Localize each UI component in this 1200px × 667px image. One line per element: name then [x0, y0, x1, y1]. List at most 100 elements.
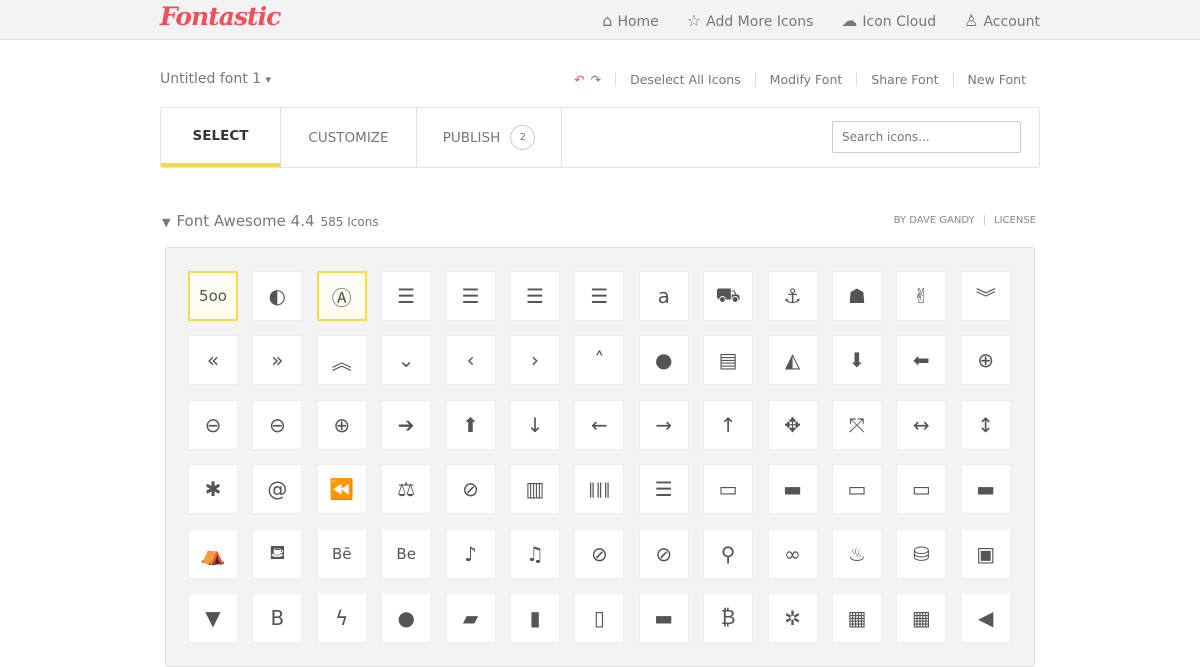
icon-tile-bug[interactable]: ✲ — [767, 592, 818, 643]
icon-tile-ambulance[interactable]: ⛟ — [703, 271, 754, 321]
icon-tile-bitbucket[interactable]: ⛁ — [896, 528, 947, 579]
icon-tile-arrows[interactable]: ✥ — [767, 399, 818, 450]
search-input[interactable] — [832, 121, 1021, 153]
icon-tile-bicycle[interactable]: ⚲ — [703, 528, 754, 579]
icon-tile-bold[interactable]: B — [252, 592, 303, 643]
icon-tile-black-tie[interactable]: ▼ — [188, 592, 238, 643]
icon-tile-angle-down[interactable]: ⌄ — [381, 335, 432, 386]
icon-tile-battery-half[interactable]: ▭ — [831, 464, 882, 515]
icon-tile-angle-up[interactable]: ˄ — [574, 335, 625, 386]
icon-tile-bullhorn[interactable]: ◀ — [960, 592, 1011, 643]
icon-tile-bed[interactable]: ⛺ — [188, 528, 238, 579]
tab-customize[interactable]: CUSTOMIZE — [281, 108, 417, 167]
icon-tile-arrows-v[interactable]: ↕ — [960, 399, 1011, 450]
icon-tile-binoculars[interactable]: ∞ — [767, 528, 818, 579]
license-link[interactable]: LICENSE — [994, 215, 1036, 226]
icon-tile-arrow-circle-o-right[interactable]: ⊖ — [252, 399, 303, 450]
icon-tile-battery-empty[interactable]: ▭ — [703, 464, 754, 515]
icon-tile-500px[interactable]: 5oo — [188, 271, 238, 321]
icon-tile-battery-three-quarters[interactable]: ▬ — [960, 464, 1011, 515]
icon-tile-book[interactable]: ▰ — [445, 592, 496, 643]
icon-tile-angle-double-up[interactable]: ︽ — [316, 335, 367, 386]
icon-tile-arrow-circle-o-down[interactable]: ⊕ — [960, 335, 1011, 386]
tab-publish[interactable]: PUBLISH 2 — [417, 108, 562, 167]
icon-tile-angle-double-down[interactable]: ︾ — [960, 271, 1011, 321]
bell-icon: ♪ — [464, 541, 477, 566]
icon-tile-bookmark-o[interactable]: ▯ — [574, 592, 625, 643]
icon-tile-align-justify[interactable]: ☰ — [445, 271, 496, 321]
share-font-button[interactable]: Share Font — [856, 72, 952, 87]
icon-tile-balance-scale[interactable]: ⚖ — [381, 464, 432, 515]
icon-tile-align-right[interactable]: ☰ — [574, 271, 625, 321]
icon-tile-btc[interactable]: ₿ — [703, 592, 754, 643]
arrow-circle-up-icon: ⬆ — [462, 412, 479, 437]
tab-select[interactable]: SELECT — [161, 108, 281, 167]
icon-tile-beer[interactable]: ⛾ — [252, 528, 303, 579]
icon-tile-building[interactable]: ▦ — [831, 592, 882, 643]
modify-font-button[interactable]: Modify Font — [754, 72, 857, 87]
font-name-dropdown[interactable]: Untitled font 1 ▾ — [160, 71, 271, 87]
icon-tile-arrows-h[interactable]: ↔ — [896, 399, 947, 450]
icon-tile-bolt[interactable]: ϟ — [316, 592, 367, 643]
icon-tile-bitbucket-square[interactable]: ▣ — [960, 528, 1011, 579]
icon-tile-behance[interactable]: Bē — [316, 528, 367, 579]
icon-tile-angle-double-left[interactable]: « — [188, 335, 238, 386]
author-link[interactable]: BY DAVE GANDY — [894, 215, 975, 226]
icon-tile-angellist[interactable]: ✌ — [896, 271, 947, 321]
icon-tile-adn[interactable]: Ⓐ — [316, 271, 367, 321]
font-actions: ↶ ↷ Deselect All Icons Modify Font Share F… — [574, 72, 1040, 87]
icon-tile-arrow-circle-right[interactable]: ➔ — [381, 399, 432, 450]
icon-tile-battery-full[interactable]: ▬ — [767, 464, 818, 515]
icon-tile-angle-left[interactable]: ‹ — [445, 335, 496, 386]
icon-tile-align-center[interactable]: ☰ — [381, 271, 432, 321]
fontastic-logo[interactable]: Fontastic — [160, 2, 281, 31]
icon-tile-bar-chart[interactable]: ▥ — [509, 464, 560, 515]
icon-tile-arrow-circle-down[interactable]: ⬇ — [831, 335, 882, 386]
icon-tile-bell-o[interactable]: ♫ — [509, 528, 560, 579]
icon-tile-battery-quarter[interactable]: ▭ — [896, 464, 947, 515]
icon-tile-arrow-right[interactable]: → — [638, 399, 689, 450]
icon-tile-arrow-circle-o-left[interactable]: ⊖ — [188, 399, 238, 450]
icon-tile-at[interactable]: @ — [252, 464, 303, 515]
icon-tile-arrow-down[interactable]: ↓ — [509, 399, 560, 450]
nav-home[interactable]: ⌂ Home — [602, 11, 659, 30]
icon-tile-archive[interactable]: ▤ — [703, 335, 754, 386]
icon-tile-ban[interactable]: ⊘ — [445, 464, 496, 515]
icon-tile-amazon[interactable]: a — [638, 271, 689, 321]
icon-tile-adjust[interactable]: ◐ — [252, 271, 303, 321]
icon-tile-arrow-circle-left[interactable]: ⬅ — [896, 335, 947, 386]
icon-tile-bars[interactable]: ☰ — [638, 464, 689, 515]
nav-add-more-icons[interactable]: ☆ Add More Icons — [687, 11, 814, 30]
icon-tile-angle-double-right[interactable]: » — [252, 335, 303, 386]
icon-tile-arrow-circle-o-up[interactable]: ⊕ — [316, 399, 367, 450]
icon-tile-arrows-alt[interactable]: ⤧ — [831, 399, 882, 450]
icon-tile-behance-square[interactable]: Be — [381, 528, 432, 579]
deselect-all-icons-button[interactable]: Deselect All Icons — [615, 72, 755, 87]
icon-tile-area-chart[interactable]: ◭ — [767, 335, 818, 386]
icon-tile-bell-slash[interactable]: ⊘ — [574, 528, 625, 579]
icon-tile-bell[interactable]: ♪ — [445, 528, 496, 579]
icon-tile-barcode[interactable]: ‖‖‖ — [574, 464, 625, 515]
icon-tile-arrow-up[interactable]: ↑ — [703, 399, 754, 450]
icon-tile-bell-slash-o[interactable]: ⊘ — [638, 528, 689, 579]
icon-tile-birthday-cake[interactable]: ♨ — [831, 528, 882, 579]
icon-tile-anchor[interactable]: ⚓ — [767, 271, 818, 321]
bell-slash-o-icon: ⊘ — [655, 541, 673, 566]
icon-tile-align-left[interactable]: ☰ — [509, 271, 560, 321]
redo-icon[interactable]: ↷ — [591, 72, 601, 87]
icon-tile-arrow-circle-up[interactable]: ⬆ — [445, 399, 496, 450]
new-font-button[interactable]: New Font — [952, 72, 1040, 87]
icon-tile-bookmark[interactable]: ▮ — [509, 592, 560, 643]
undo-icon[interactable]: ↶ — [574, 72, 584, 87]
nav-icon-cloud[interactable]: ☁ Icon Cloud — [841, 11, 936, 30]
nav-account[interactable]: ♙ Account — [964, 11, 1040, 30]
icon-tile-asterisk[interactable]: ✱ — [188, 464, 238, 515]
icon-tile-bomb[interactable]: ● — [381, 592, 432, 643]
icon-tile-arrow-left[interactable]: ← — [574, 399, 625, 450]
icon-tile-apple[interactable]: ● — [638, 335, 689, 386]
icon-tile-building-o[interactable]: ▦ — [896, 592, 947, 643]
icon-tile-backward[interactable]: ⏪ — [316, 464, 367, 515]
icon-tile-briefcase[interactable]: ▬ — [638, 592, 689, 643]
icon-tile-angle-right[interactable]: › — [509, 335, 560, 386]
icon-tile-android[interactable]: ☗ — [831, 271, 882, 321]
